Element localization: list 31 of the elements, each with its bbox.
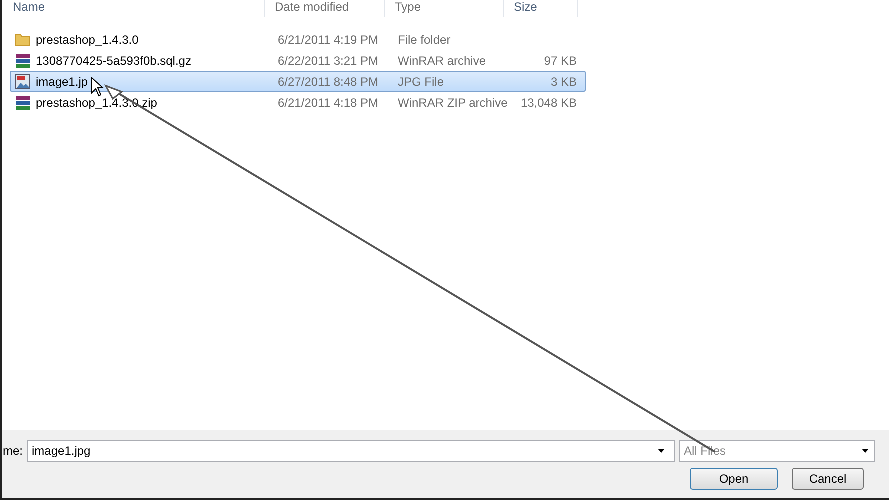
column-header[interactable]: Size xyxy=(504,0,578,17)
file-row[interactable]: 1308770425-5a593f0b.sql.gz 6/22/2011 3:21 PM WinRAR archive 97 KB xyxy=(10,50,586,71)
column-header[interactable]: Date modified xyxy=(265,0,385,17)
dialog-button[interactable]: Open xyxy=(690,468,778,490)
dropdown-caret-icon xyxy=(862,449,870,453)
mouse-pointer-icon xyxy=(91,76,106,96)
file-name: image1.jp xyxy=(36,74,88,88)
file-type: WinRAR archive xyxy=(397,54,488,68)
file-type: JPG File xyxy=(397,74,446,88)
folder-icon xyxy=(15,32,31,48)
archive-stack-icon xyxy=(15,94,31,110)
file-type: WinRAR ZIP archive xyxy=(397,96,507,110)
date-modified: 6/21/2011 4:19 PM xyxy=(277,32,380,46)
file-name: prestashop_1.4.3.0 xyxy=(36,32,139,46)
archive-stack-icon xyxy=(15,52,31,68)
file-size: 13,048 KB xyxy=(520,96,578,110)
file-name: 1308770425-5a593f0b.sql.gz xyxy=(36,54,192,68)
file-name-label: me: xyxy=(3,444,24,458)
column-header[interactable]: Name xyxy=(2,0,265,17)
date-modified: 6/21/2011 4:18 PM xyxy=(277,96,380,110)
date-modified: 6/27/2011 8:48 PM xyxy=(277,74,380,88)
dialog-button[interactable]: Cancel xyxy=(792,468,864,490)
file-type: File folder xyxy=(397,32,452,46)
file-name-field[interactable]: image1.jpg xyxy=(27,440,676,462)
file-size: 97 KB xyxy=(543,54,578,68)
column-header[interactable]: Type xyxy=(385,0,504,17)
date-modified: 6/22/2011 3:21 PM xyxy=(277,54,380,68)
file-row[interactable]: prestashop_1.4.3.0 6/21/2011 4:19 PM File folder xyxy=(10,29,586,50)
file-size: 3 KB xyxy=(550,74,578,88)
dropdown-caret-icon[interactable] xyxy=(658,449,666,453)
image-file-icon xyxy=(15,74,31,90)
